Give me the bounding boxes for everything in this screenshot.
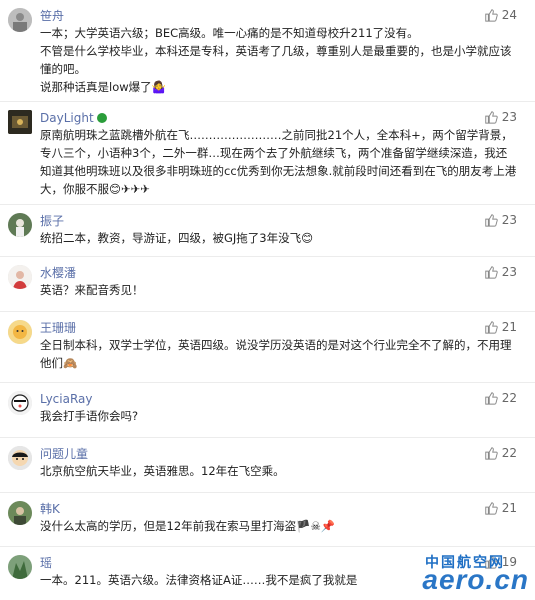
avatar[interactable] (8, 391, 32, 415)
divider (0, 311, 535, 312)
comment-username[interactable]: LyciaRay (40, 392, 93, 406)
avatar[interactable] (8, 8, 32, 32)
comment-text: 没什么太高的学历，但是12年前我在索马里打海盗🏴☠📌 (40, 519, 336, 533)
like-button[interactable]: 21 (484, 320, 517, 334)
divider (0, 437, 535, 438)
divider (0, 204, 535, 205)
comment-username[interactable]: DayLight (40, 111, 107, 125)
comment-username[interactable]: 问题儿童 (40, 447, 88, 461)
thumbs-up-icon (484, 111, 498, 124)
avatar[interactable] (8, 555, 32, 579)
like-count: 22 (501, 391, 517, 405)
username-text[interactable]: DayLight (40, 111, 94, 125)
avatar[interactable] (8, 501, 32, 525)
like-button[interactable]: 24 (484, 8, 517, 22)
thumbs-up-icon (484, 9, 498, 22)
like-count: 23 (501, 213, 517, 227)
divider (0, 382, 535, 383)
like-count: 21 (501, 320, 517, 334)
divider (0, 256, 535, 257)
avatar[interactable] (8, 110, 32, 134)
comment-username[interactable]: 瑶 (40, 556, 52, 570)
comment-username[interactable]: 水樱潘 (40, 266, 76, 280)
comment-text: 英语？来配音秀见！ (40, 283, 144, 297)
avatar[interactable] (8, 265, 32, 289)
divider (0, 101, 535, 102)
avatar[interactable] (8, 446, 32, 470)
thumbs-up-icon (484, 556, 498, 569)
thumbs-up-icon (484, 392, 498, 405)
like-count: 24 (501, 8, 517, 22)
divider (0, 492, 535, 493)
comment-text: 全日制本科，双学士学位，英语四级。说没学历没英语的是对这个行业完全不了解的，不用… (40, 338, 512, 370)
divider (0, 546, 535, 547)
avatar[interactable] (8, 320, 32, 344)
thumbs-up-icon (484, 266, 498, 279)
comment-username[interactable]: 笹舟 (40, 9, 64, 23)
like-button[interactable]: 23 (484, 110, 517, 124)
thumbs-up-icon (484, 502, 498, 515)
comment-username[interactable]: 韩K (40, 502, 60, 516)
like-count: 19 (501, 555, 517, 569)
comment-text: 北京航空航天毕业，英语雅思。12年在飞空乘。 (40, 464, 285, 478)
comment-text: 一本；大学英语六级；BEC高级。唯一心痛的是不知道母校升211了没有。 不管是什… (40, 26, 512, 94)
like-count: 21 (501, 501, 517, 515)
like-count: 22 (501, 446, 517, 460)
like-button[interactable]: 22 (484, 391, 517, 405)
thumbs-up-icon (484, 214, 498, 227)
like-count: 23 (501, 110, 517, 124)
comment-text: 原南航明珠之蓝跳槽外航在飞……………………之前同批21个人，全本科+，两个留学背… (40, 128, 517, 196)
comment-text: 我会打手语你会吗? (40, 409, 139, 423)
comment-username[interactable]: 振子 (40, 214, 64, 228)
like-button[interactable]: 23 (484, 265, 517, 279)
like-count: 23 (501, 265, 517, 279)
comment-username[interactable]: 王珊珊 (40, 321, 76, 335)
avatar[interactable] (8, 213, 32, 237)
like-button[interactable]: 19 (484, 555, 517, 569)
thumbs-up-icon (484, 321, 498, 334)
thumbs-up-icon (484, 447, 498, 460)
like-button[interactable]: 21 (484, 501, 517, 515)
comment-text: 统招二本，教资，导游证，四级，被GJ拖了3年没飞😊 (40, 231, 314, 245)
comment-text: 一本。211。英语六级。法律资格证A证……我不是疯了我就是 (40, 573, 358, 587)
like-button[interactable]: 22 (484, 446, 517, 460)
verified-badge-icon (96, 113, 107, 123)
like-button[interactable]: 23 (484, 213, 517, 227)
